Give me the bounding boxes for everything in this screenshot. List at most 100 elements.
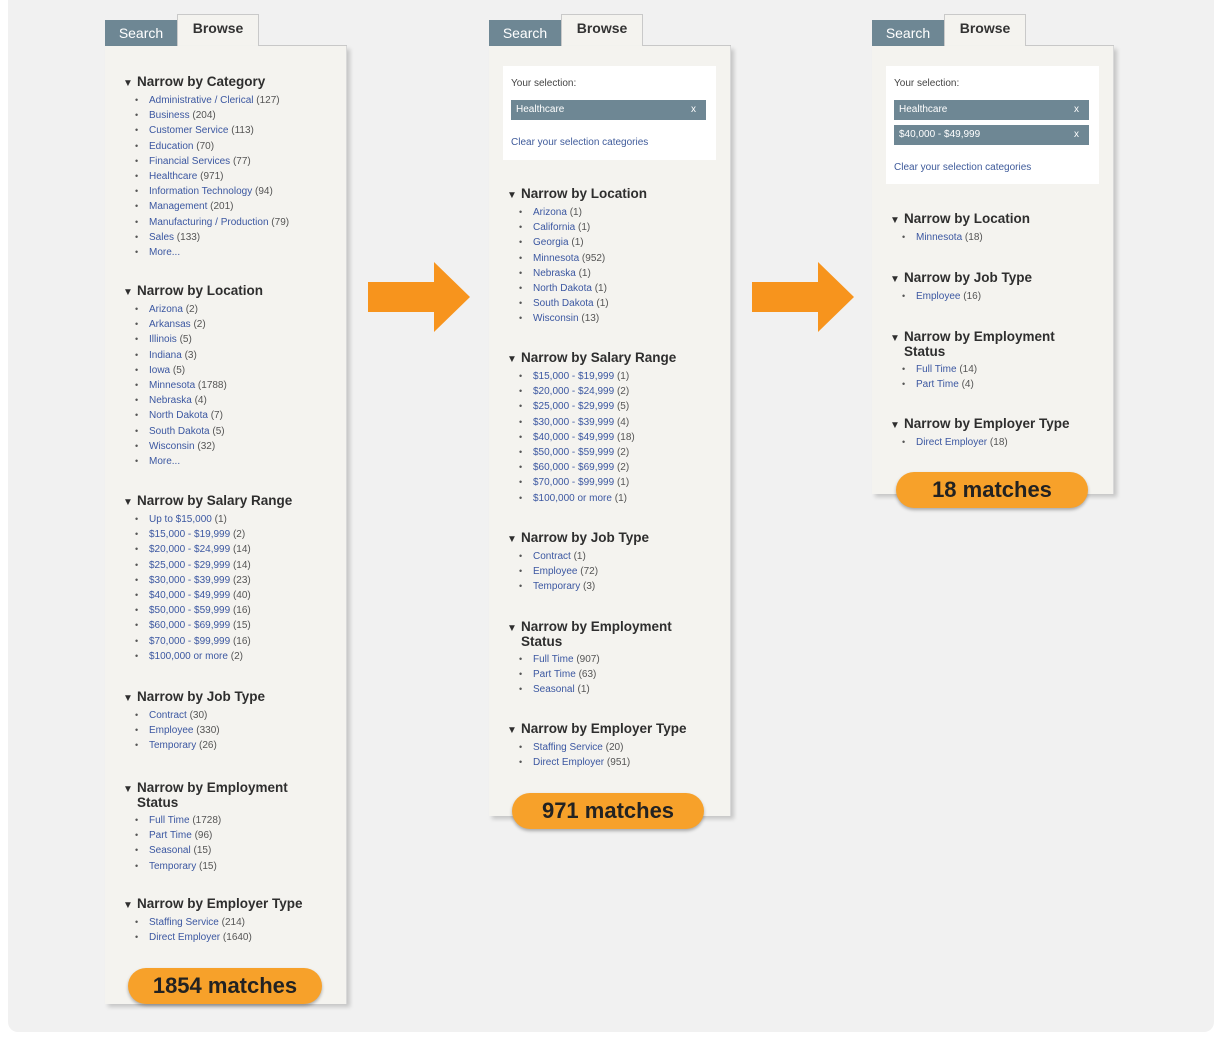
filter-section-heading[interactable]: ▼ Narrow by Job Type (123, 689, 265, 706)
filter-option[interactable]: • Education (70) (135, 140, 214, 153)
tab-browse[interactable]: Browse (561, 14, 643, 46)
selected-filter-chip[interactable]: Healthcare x (894, 100, 1089, 120)
filter-option[interactable]: • Arizona (2) (135, 303, 198, 316)
filter-option[interactable]: • Part Time (63) (519, 668, 596, 681)
filter-section-heading[interactable]: ▼ Narrow by Employer Type (123, 896, 303, 913)
filter-section-heading[interactable]: ▼ Narrow by Job Type (507, 530, 649, 547)
filter-option[interactable]: • Contract (30) (135, 709, 207, 722)
filter-option[interactable]: • $15,000 - $19,999 (2) (135, 528, 245, 541)
selected-filter-chip[interactable]: $40,000 - $49,999 x (894, 125, 1089, 145)
expand-triangle-icon[interactable]: ▼ (123, 691, 137, 706)
filter-option[interactable]: • More... (135, 455, 180, 468)
filter-option[interactable]: • Staffing Service (214) (135, 916, 245, 929)
filter-option[interactable]: • Temporary (3) (519, 580, 595, 593)
expand-triangle-icon[interactable]: ▼ (890, 331, 904, 346)
filter-option[interactable]: • Arkansas (2) (135, 318, 206, 331)
expand-triangle-icon[interactable]: ▼ (507, 352, 521, 367)
filter-option[interactable]: • $50,000 - $59,999 (2) (519, 446, 629, 459)
filter-option[interactable]: • $70,000 - $99,999 (1) (519, 476, 629, 489)
filter-option[interactable]: • Wisconsin (32) (135, 440, 215, 453)
filter-option[interactable]: • North Dakota (1) (519, 282, 607, 295)
filter-section-heading[interactable]: ▼ Narrow by Job Type (890, 270, 1032, 287)
tab-search[interactable]: Search (489, 20, 561, 46)
clear-selection-link[interactable]: Clear your selection categories (894, 162, 1031, 173)
expand-triangle-icon[interactable]: ▼ (890, 272, 904, 287)
filter-section-heading[interactable]: ▼ Narrow by Employment Status (890, 329, 1055, 359)
filter-option[interactable]: • Employee (330) (135, 724, 220, 737)
filter-section-heading[interactable]: ▼ Narrow by Employment Status (123, 780, 288, 810)
filter-option[interactable]: • $100,000 or more (2) (135, 650, 243, 663)
expand-triangle-icon[interactable]: ▼ (890, 213, 904, 228)
filter-section-heading[interactable]: ▼ Narrow by Location (123, 283, 263, 300)
expand-triangle-icon[interactable]: ▼ (507, 188, 521, 203)
filter-option[interactable]: • $25,000 - $29,999 (5) (519, 400, 629, 413)
remove-chip-icon[interactable]: x (691, 100, 696, 120)
filter-option[interactable]: • Full Time (14) (902, 363, 977, 376)
filter-option[interactable]: • Direct Employer (1640) (135, 931, 252, 944)
filter-section-heading[interactable]: ▼ Narrow by Location (890, 211, 1030, 228)
expand-triangle-icon[interactable]: ▼ (123, 495, 137, 510)
filter-option[interactable]: • Full Time (1728) (135, 814, 221, 827)
expand-triangle-icon[interactable]: ▼ (123, 285, 137, 300)
filter-section-heading[interactable]: ▼ Narrow by Employer Type (507, 721, 687, 738)
filter-option[interactable]: • Part Time (96) (135, 829, 212, 842)
filter-option[interactable]: • Administrative / Clerical (127) (135, 94, 280, 107)
filter-option[interactable]: • $20,000 - $24,999 (2) (519, 385, 629, 398)
filter-option[interactable]: • Temporary (26) (135, 739, 217, 752)
filter-option[interactable]: • Minnesota (18) (902, 231, 983, 244)
filter-option[interactable]: • Direct Employer (951) (519, 756, 630, 769)
filter-option[interactable]: • Staffing Service (20) (519, 741, 623, 754)
filter-option[interactable]: • Indiana (3) (135, 349, 197, 362)
filter-option[interactable]: • Arizona (1) (519, 206, 582, 219)
filter-section-heading[interactable]: ▼ Narrow by Salary Range (507, 350, 676, 367)
expand-triangle-icon[interactable]: ▼ (507, 532, 521, 547)
filter-option[interactable]: • $20,000 - $24,999 (14) (135, 543, 251, 556)
expand-triangle-icon[interactable]: ▼ (123, 782, 137, 797)
filter-option[interactable]: • Nebraska (4) (135, 394, 207, 407)
filter-option[interactable]: • Full Time (907) (519, 653, 600, 666)
expand-triangle-icon[interactable]: ▼ (123, 898, 137, 913)
filter-option[interactable]: • More... (135, 246, 180, 259)
tab-browse[interactable]: Browse (177, 14, 259, 46)
filter-option[interactable]: • Healthcare (971) (135, 170, 224, 183)
filter-option[interactable]: • $25,000 - $29,999 (14) (135, 559, 251, 572)
filter-option[interactable]: • South Dakota (1) (519, 297, 609, 310)
filter-option[interactable]: • Temporary (15) (135, 860, 217, 873)
filter-option[interactable]: • Customer Service (113) (135, 124, 254, 137)
filter-section-heading[interactable]: ▼ Narrow by Salary Range (123, 493, 292, 510)
filter-option[interactable]: • Minnesota (952) (519, 252, 605, 265)
filter-option[interactable]: • Direct Employer (18) (902, 436, 1008, 449)
filter-option[interactable]: • Wisconsin (13) (519, 312, 599, 325)
filter-option[interactable]: • Manufacturing / Production (79) (135, 216, 289, 229)
filter-option[interactable]: • $40,000 - $49,999 (40) (135, 589, 251, 602)
clear-selection-link[interactable]: Clear your selection categories (511, 137, 648, 148)
filter-option[interactable]: • North Dakota (7) (135, 409, 223, 422)
filter-option[interactable]: • Part Time (4) (902, 378, 974, 391)
filter-section-heading[interactable]: ▼ Narrow by Location (507, 186, 647, 203)
filter-option[interactable]: • South Dakota (5) (135, 425, 225, 438)
filter-section-heading[interactable]: ▼ Narrow by Employer Type (890, 416, 1070, 433)
expand-triangle-icon[interactable]: ▼ (890, 418, 904, 433)
filter-option[interactable]: • $30,000 - $39,999 (4) (519, 416, 629, 429)
tab-search[interactable]: Search (872, 20, 944, 46)
filter-option[interactable]: • Management (201) (135, 200, 234, 213)
filter-option[interactable]: • California (1) (519, 221, 590, 234)
filter-option[interactable]: • $70,000 - $99,999 (16) (135, 635, 251, 648)
filter-section-heading[interactable]: ▼ Narrow by Category (123, 74, 265, 91)
filter-option[interactable]: • Contract (1) (519, 550, 586, 563)
expand-triangle-icon[interactable]: ▼ (507, 621, 521, 636)
filter-option[interactable]: • $100,000 or more (1) (519, 492, 627, 505)
expand-triangle-icon[interactable]: ▼ (507, 723, 521, 738)
filter-option[interactable]: • Illinois (5) (135, 333, 192, 346)
filter-option[interactable]: • Employee (72) (519, 565, 598, 578)
filter-option[interactable]: • $60,000 - $69,999 (15) (135, 619, 251, 632)
remove-chip-icon[interactable]: x (1074, 125, 1079, 145)
filter-option[interactable]: • Iowa (5) (135, 364, 185, 377)
filter-option[interactable]: • $60,000 - $69,999 (2) (519, 461, 629, 474)
expand-triangle-icon[interactable]: ▼ (123, 76, 137, 91)
filter-option[interactable]: • Financial Services (77) (135, 155, 251, 168)
filter-option[interactable]: • Seasonal (1) (519, 683, 590, 696)
tab-search[interactable]: Search (105, 20, 177, 46)
filter-option[interactable]: • $15,000 - $19,999 (1) (519, 370, 629, 383)
filter-option[interactable]: • Minnesota (1788) (135, 379, 227, 392)
